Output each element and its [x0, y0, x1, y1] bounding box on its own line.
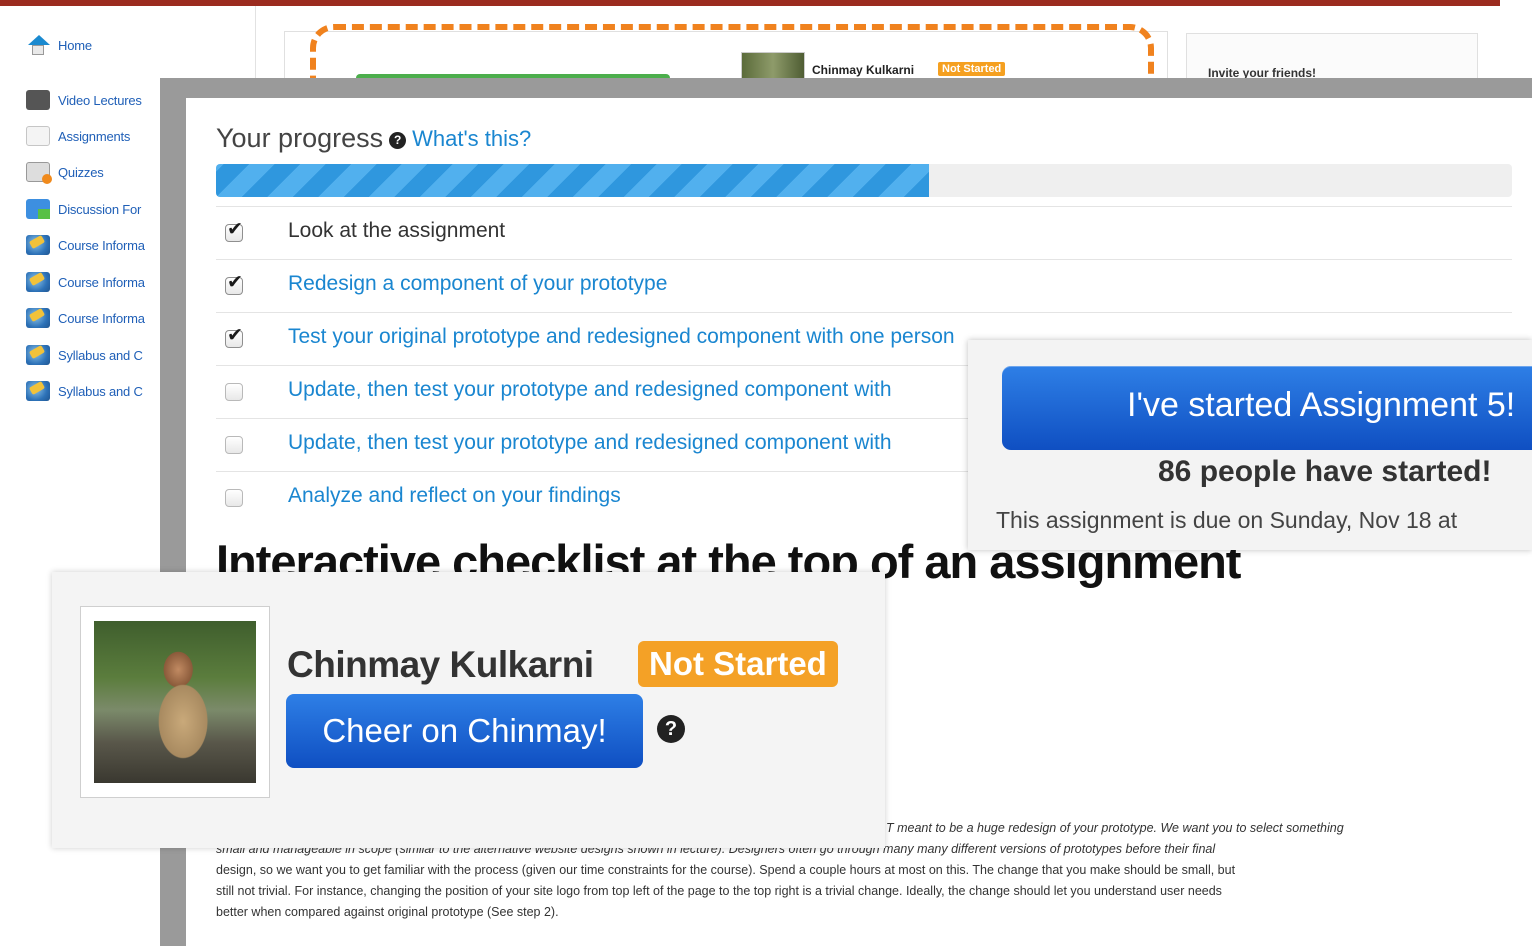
video-icon: [26, 90, 50, 110]
progress-title: Your progress: [216, 123, 384, 153]
checkbox[interactable]: [225, 383, 243, 401]
avatar: [94, 621, 256, 783]
info-icon: [26, 381, 50, 401]
info-icon: [26, 308, 50, 328]
started-assignment-button[interactable]: I've started Assignment 5!: [1002, 366, 1532, 450]
due-date-text: This assignment is due on Sunday, Nov 18…: [996, 507, 1458, 533]
help-icon[interactable]: ?: [657, 715, 685, 743]
background-status-badge: Not Started: [938, 62, 1006, 76]
started-assignment-label: I've started Assignment 5!: [1127, 386, 1516, 424]
progress-bar: [216, 164, 1512, 197]
checklist-item-link[interactable]: Redesign a component of your prototype: [288, 272, 667, 296]
sidebar-item-label: Syllabus and C: [58, 383, 143, 399]
progress-heading: Your progress? What's this?: [216, 123, 531, 154]
checklist-item-link[interactable]: Analyze and reflect on your findings: [288, 484, 621, 508]
home-icon: [26, 35, 50, 55]
sidebar-item-label: Course Informa: [58, 274, 145, 290]
sidebar-item-course-info-3[interactable]: Course Informa: [26, 305, 145, 331]
sidebar-item-quizzes[interactable]: Quizzes: [26, 159, 104, 185]
sidebar-item-assignments[interactable]: Assignments: [26, 123, 130, 149]
sidebar-item-course-info-2[interactable]: Course Informa: [26, 269, 145, 295]
checkbox[interactable]: [225, 324, 243, 348]
assignment-started-panel: I've started Assignment 5! 86 people hav…: [968, 340, 1532, 550]
sidebar-item-syllabus-2[interactable]: Syllabus and C: [26, 378, 143, 404]
checklist-item-label: Look at the assignment: [288, 219, 506, 242]
cheer-button[interactable]: Cheer on Chinmay!: [286, 694, 643, 768]
discussion-icon: [26, 199, 50, 219]
peer-profile-panel: Chinmay Kulkarni Not Started Cheer on Ch…: [52, 572, 885, 848]
description-line: still not trivial. For instance, changin…: [216, 884, 1222, 898]
checkbox[interactable]: [225, 218, 243, 242]
progress-bar-fill: [216, 164, 929, 197]
checklist-item-link[interactable]: Update, then test your prototype and red…: [288, 431, 892, 455]
info-icon: [26, 345, 50, 365]
description-line: design, so we want you to get familiar w…: [216, 863, 1236, 877]
sidebar-item-home[interactable]: Home: [26, 32, 92, 58]
sidebar-item-label: Course Informa: [58, 310, 145, 326]
sidebar-item-course-info-1[interactable]: Course Informa: [26, 232, 145, 258]
assignment-icon: [26, 126, 50, 146]
status-badge: Not Started: [638, 641, 838, 687]
sidebar-item-label: Home: [58, 37, 92, 53]
checkbox[interactable]: [225, 271, 243, 295]
sidebar-item-label: Course Informa: [58, 237, 145, 253]
sidebar-item-video-lectures[interactable]: Video Lectures: [26, 87, 142, 113]
checklist-item: Redesign a component of your prototype: [216, 259, 1512, 312]
sidebar-item-discussion[interactable]: Discussion For: [26, 196, 141, 222]
peer-name: Chinmay Kulkarni: [287, 644, 594, 685]
checkbox[interactable]: [225, 489, 243, 507]
avatar-frame: [80, 606, 270, 798]
sidebar-item-label: Syllabus and C: [58, 347, 143, 363]
sidebar-item-label: Quizzes: [58, 164, 104, 180]
help-icon[interactable]: ?: [389, 132, 407, 149]
sidebar-item-label: Video Lectures: [58, 92, 142, 108]
info-icon: [26, 235, 50, 255]
background-profile-name: Chinmay Kulkarni: [812, 63, 915, 77]
description-line: better when compared against original pr…: [216, 905, 559, 919]
sidebar-item-syllabus-1[interactable]: Syllabus and C: [26, 342, 143, 368]
quiz-icon: [26, 162, 52, 184]
checkbox[interactable]: [225, 436, 243, 454]
checklist-item-link[interactable]: Update, then test your prototype and red…: [288, 378, 892, 402]
checklist-item-link[interactable]: Test your original prototype and redesig…: [288, 325, 955, 349]
sidebar-item-label: Assignments: [58, 128, 131, 144]
info-icon: [26, 272, 50, 292]
sidebar-item-label: Discussion For: [58, 201, 142, 217]
people-started-count: 86 people have started!: [1158, 455, 1492, 488]
checklist-item: Look at the assignment: [216, 206, 1512, 259]
whats-this-link[interactable]: What's this?: [412, 126, 531, 151]
